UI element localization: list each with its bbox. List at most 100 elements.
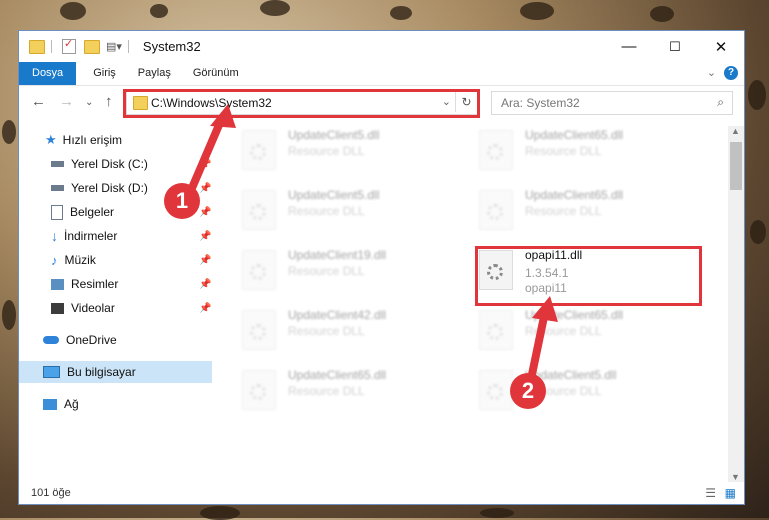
customize-toolbar-icon[interactable]: ▤▾ bbox=[106, 40, 122, 53]
properties-icon[interactable] bbox=[62, 37, 76, 54]
gear-icon bbox=[487, 144, 503, 160]
sidebar-item-quick-access[interactable]: ★ Hızlı erişim bbox=[19, 129, 212, 151]
vertical-scrollbar[interactable]: ▲ ▼ bbox=[728, 126, 744, 482]
maximize-button[interactable]: ☐ bbox=[652, 31, 698, 62]
file-description: Resource DLL bbox=[288, 384, 365, 398]
sidebar-item-label: Bu bilgisayar bbox=[67, 365, 136, 379]
scroll-down-icon[interactable]: ▼ bbox=[731, 472, 740, 482]
star-icon: ★ bbox=[45, 132, 57, 147]
forward-arrow-icon[interactable]: → bbox=[59, 93, 74, 110]
large-icons-view-icon[interactable]: ▦ bbox=[725, 486, 736, 500]
tab-gorunum[interactable]: Görünüm bbox=[182, 62, 250, 85]
file-item[interactable]: UpdateClient5.dll Resource DLL bbox=[242, 186, 462, 234]
tab-giris[interactable]: Giriş bbox=[82, 62, 127, 85]
computer-icon bbox=[43, 366, 60, 378]
annotation-box-file bbox=[475, 246, 702, 306]
gear-icon bbox=[487, 204, 503, 220]
explorer-window: ▤▾ System32 — ☐ ✕ Dosya Giriş Paylaş Gör… bbox=[18, 30, 745, 505]
documents-icon bbox=[51, 204, 63, 220]
details-view-icon[interactable]: ☰ bbox=[705, 486, 716, 500]
file-name: UpdateClient5.dll bbox=[288, 188, 380, 202]
pin-icon[interactable]: 📌 bbox=[199, 231, 211, 242]
annotation-badge-1: 1 bbox=[164, 183, 200, 219]
folder-icon bbox=[29, 39, 45, 54]
minimize-button[interactable]: — bbox=[606, 31, 652, 62]
gear-icon bbox=[250, 264, 266, 280]
search-icon[interactable]: ⌕ bbox=[717, 95, 724, 110]
file-name: UpdateClient65.dll bbox=[525, 128, 624, 142]
file-item[interactable]: UpdateClient65.dll Resource DLL bbox=[242, 366, 462, 414]
sidebar-item-label: OneDrive bbox=[66, 333, 117, 347]
sidebar-item-label: Hızlı erişim bbox=[62, 133, 122, 147]
item-count: 101 öğe bbox=[31, 487, 71, 499]
pictures-icon bbox=[51, 278, 64, 290]
expand-ribbon-icon[interactable]: ⌄ bbox=[707, 66, 716, 79]
sidebar-item-label: Videolar bbox=[71, 301, 115, 315]
help-icon[interactable]: ? bbox=[724, 66, 738, 80]
gear-icon bbox=[250, 324, 266, 340]
scroll-up-icon[interactable]: ▲ bbox=[731, 126, 740, 136]
network-icon bbox=[43, 398, 57, 410]
sidebar-item-disk-c[interactable]: Yerel Disk (C:) 📌 bbox=[19, 153, 212, 175]
pin-icon[interactable]: 📌 bbox=[199, 303, 211, 314]
sidebar-item-label: Yerel Disk (C:) bbox=[71, 157, 148, 171]
ribbon-tabs: Dosya Giriş Paylaş Görünüm ⌄ ? bbox=[19, 62, 744, 86]
up-arrow-icon[interactable]: ↑ bbox=[105, 93, 113, 110]
file-name: UpdateClient65.dll bbox=[525, 308, 624, 322]
sidebar-item-music[interactable]: ♪ Müzik 📌 bbox=[19, 249, 212, 271]
sidebar-item-label: İndirmeler bbox=[64, 229, 118, 243]
gear-icon bbox=[250, 384, 266, 400]
file-description: Resource DLL bbox=[525, 324, 602, 338]
pin-icon[interactable]: 📌 bbox=[199, 183, 211, 194]
divider bbox=[51, 40, 52, 53]
drive-icon bbox=[51, 161, 64, 167]
file-name: UpdateClient65.dll bbox=[288, 368, 387, 382]
gear-icon bbox=[487, 384, 503, 400]
gear-icon bbox=[250, 144, 266, 160]
file-description: Resource DLL bbox=[288, 324, 365, 338]
pin-icon[interactable]: 📌 bbox=[199, 207, 211, 218]
pin-icon[interactable]: 📌 bbox=[199, 255, 211, 266]
annotation-badge-2: 2 bbox=[510, 373, 546, 409]
search-box[interactable]: Ara: System32 ⌕ bbox=[491, 91, 733, 115]
recent-locations-icon[interactable]: ⌄ bbox=[85, 97, 93, 108]
file-description: Resource DLL bbox=[288, 144, 365, 158]
navigation-pane: ★ Hızlı erişim Yerel Disk (C:) 📌 Yerel D… bbox=[19, 126, 212, 476]
search-input[interactable]: Ara: System32 bbox=[501, 96, 580, 110]
sidebar-item-downloads[interactable]: ↓ İndirmeler 📌 bbox=[19, 225, 212, 247]
scrollbar-thumb[interactable] bbox=[730, 142, 742, 190]
back-arrow-icon[interactable]: ← bbox=[31, 93, 46, 110]
file-item[interactable]: UpdateClient19.dll Resource DLL bbox=[242, 246, 462, 294]
drive-icon bbox=[51, 185, 64, 191]
title-bar: ▤▾ System32 — ☐ ✕ bbox=[19, 31, 744, 62]
file-name: UpdateClient42.dll bbox=[288, 308, 387, 322]
sidebar-item-onedrive[interactable]: OneDrive bbox=[19, 329, 212, 351]
file-description: Resource DLL bbox=[525, 144, 602, 158]
file-name: UpdateClient5.dll bbox=[288, 128, 380, 142]
sidebar-item-pictures[interactable]: Resimler 📌 bbox=[19, 273, 212, 295]
file-description: Resource DLL bbox=[525, 204, 602, 218]
sidebar-item-label: Resimler bbox=[71, 277, 119, 291]
gear-icon bbox=[487, 324, 503, 340]
sidebar-item-videos[interactable]: Videolar 📌 bbox=[19, 297, 212, 319]
video-icon bbox=[51, 302, 64, 314]
gear-icon bbox=[250, 204, 266, 220]
sidebar-item-label: Müzik bbox=[64, 253, 96, 267]
cloud-icon bbox=[43, 336, 59, 344]
file-item[interactable]: UpdateClient42.dll Resource DLL bbox=[242, 306, 462, 354]
file-item[interactable]: UpdateClient65.dll Resource DLL bbox=[479, 306, 699, 354]
sidebar-item-network[interactable]: Ağ bbox=[19, 393, 212, 415]
close-button[interactable]: ✕ bbox=[698, 31, 744, 62]
pin-icon[interactable]: 📌 bbox=[199, 159, 211, 170]
music-icon: ♪ bbox=[51, 252, 58, 268]
file-item[interactable]: UpdateClient65.dll Resource DLL bbox=[479, 126, 699, 174]
tab-dosya[interactable]: Dosya bbox=[19, 62, 77, 85]
pin-icon[interactable]: 📌 bbox=[199, 279, 211, 290]
file-item[interactable]: UpdateClient65.dll Resource DLL bbox=[479, 186, 699, 234]
sidebar-item-this-pc[interactable]: Bu bilgisayar bbox=[19, 361, 212, 383]
new-folder-icon[interactable] bbox=[84, 39, 100, 54]
divider bbox=[127, 40, 129, 53]
tab-paylas[interactable]: Paylaş bbox=[127, 62, 182, 85]
file-description: Resource DLL bbox=[288, 264, 365, 278]
file-item[interactable]: UpdateClient5.dll Resource DLL bbox=[242, 126, 462, 174]
